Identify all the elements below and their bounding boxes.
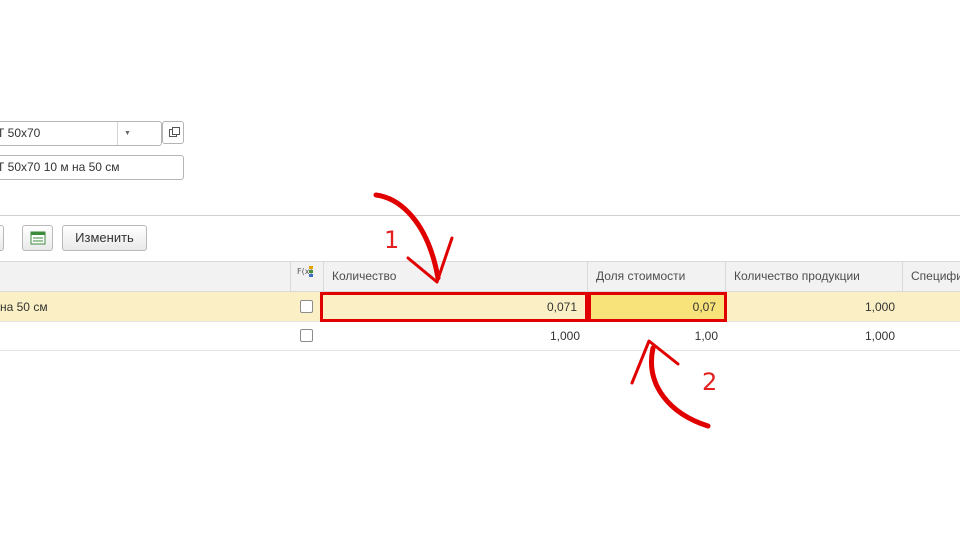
column-header-cost-share[interactable]: Доля стоимости [588, 262, 726, 292]
column-header-name[interactable] [0, 262, 291, 292]
column-header-product-quantity[interactable]: Количество продукции [726, 262, 903, 292]
toolbar-button-left[interactable] [0, 225, 4, 251]
annotation-label-2: 2 [702, 368, 718, 396]
row-item-name[interactable] [0, 322, 290, 350]
row-product-quantity-cell[interactable]: 1,000 [726, 322, 903, 350]
item-name-value: Т 50х70 10 м на 50 см [0, 160, 120, 174]
table-header: F(x) Количество Доля стоимости Количеств… [0, 261, 960, 292]
chevron-down-icon[interactable]: ▼ [117, 122, 137, 145]
row-quantity-cell[interactable]: 0,071 [320, 292, 588, 322]
table-row[interactable]: 1,000 1,00 1,000 [0, 322, 960, 351]
row-checkbox[interactable] [300, 329, 313, 342]
section-divider [0, 215, 960, 216]
change-button[interactable]: Изменить [62, 225, 147, 251]
item-select-field[interactable]: Т 50х70 ▼ [0, 121, 162, 146]
row-item-name[interactable]: на 50 см [0, 293, 290, 321]
column-header-quantity[interactable]: Количество [324, 262, 588, 292]
table-settings-icon [30, 231, 45, 245]
arrow-2-icon [649, 345, 711, 429]
row-cost-share-cell[interactable]: 1,00 [588, 322, 726, 350]
item-select-value: Т 50х70 [0, 126, 41, 140]
row-checkbox[interactable] [300, 300, 313, 313]
open-form-icon[interactable] [162, 121, 184, 144]
table-row[interactable]: на 50 см 0,071 0,07 1,000 [0, 292, 960, 322]
formula-icon: F(x) [297, 266, 313, 277]
table-settings-button[interactable] [22, 225, 53, 251]
row-cost-share-cell[interactable]: 0,07 [588, 292, 727, 322]
column-header-spec[interactable]: Специфи [903, 262, 960, 292]
column-header-fx[interactable]: F(x) [291, 262, 324, 292]
item-name-field[interactable]: Т 50х70 10 м на 50 см [0, 155, 184, 180]
annotation-label-1: 1 [384, 226, 400, 254]
row-quantity-cell[interactable]: 1,000 [324, 322, 588, 350]
row-product-quantity-cell[interactable]: 1,000 [726, 293, 903, 321]
